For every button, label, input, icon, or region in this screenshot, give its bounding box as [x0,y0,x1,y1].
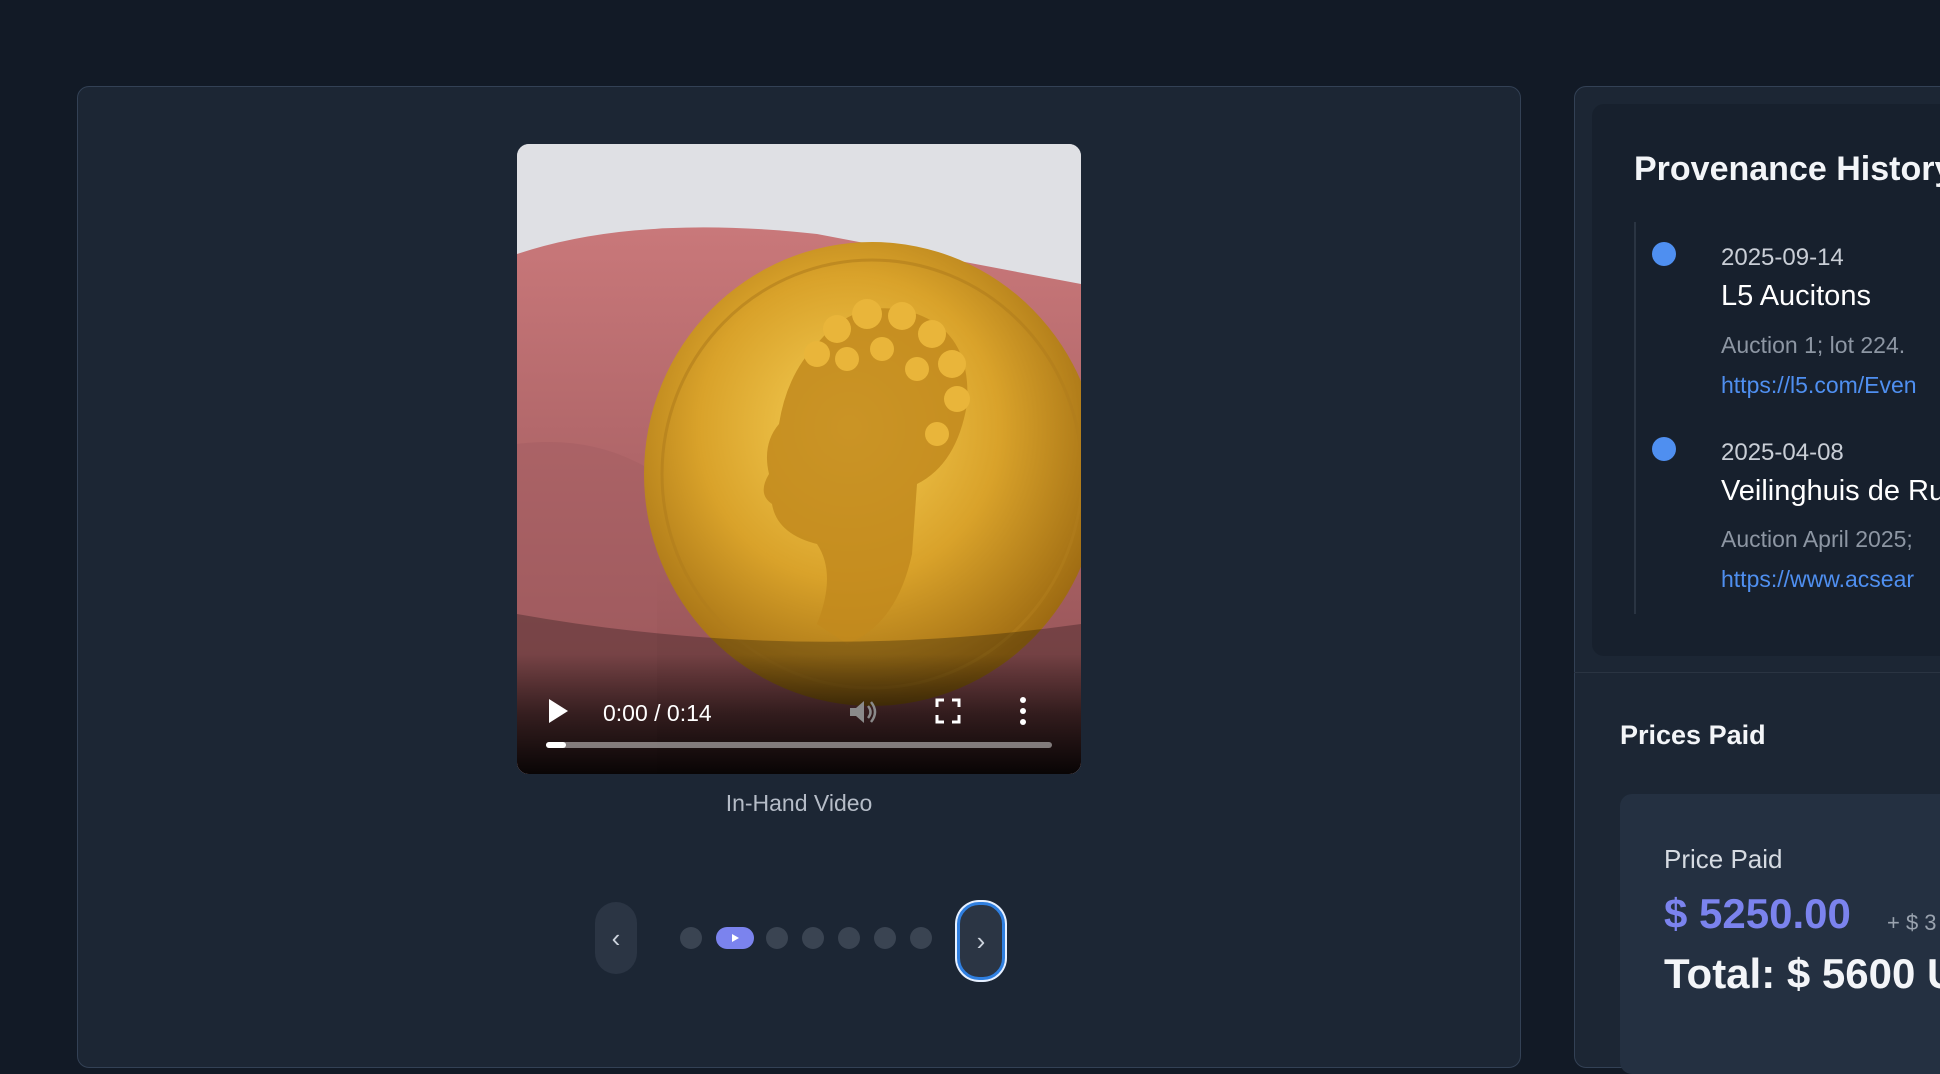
price-amount: $ 5250.00 [1664,890,1851,937]
video-player[interactable]: 0:00 / 0:14 [517,144,1081,774]
play-icon[interactable] [547,698,569,724]
price-fee: + $ 3 [1887,910,1937,935]
play-icon [732,934,739,942]
provenance-link[interactable]: https://www.acsear [1721,566,1914,593]
section-divider [1574,672,1940,673]
prices-paid-title: Prices Paid [1620,720,1766,750]
provenance-date: 2025-09-14 [1721,244,1844,271]
carousel-dot-active[interactable] [716,927,754,949]
provenance-link[interactable]: https://l5.com/Even [1721,372,1917,399]
provenance-note: Auction April 2025; [1721,526,1913,552]
provenance-date: 2025-04-08 [1721,439,1844,466]
provenance-note: Auction 1; lot 224. [1721,332,1906,358]
fullscreen-icon[interactable] [935,698,961,724]
carousel-dot[interactable] [838,927,860,949]
volume-icon[interactable] [847,696,879,728]
provenance-auction-house: L5 Aucitons [1721,280,1871,312]
timeline-line [1634,222,1636,614]
carousel-dot[interactable] [766,927,788,949]
video-time: 0:00 / 0:14 [603,700,712,726]
price-total: Total: $ 5600 U [1664,950,1940,997]
carousel-dot[interactable] [680,927,702,949]
media-caption: In-Hand Video [725,790,873,816]
carousel-prev-button[interactable]: ‹ [595,902,637,974]
video-controls: 0:00 / 0:14 [517,654,1081,774]
price-label: Price Paid [1664,844,1783,874]
timeline-dot [1652,242,1676,266]
carousel-next-button[interactable]: › [957,902,1005,980]
carousel-dot[interactable] [874,927,896,949]
video-progress-fill [546,742,567,748]
carousel-dot[interactable] [802,927,824,949]
video-progress-bar[interactable] [546,742,1052,748]
provenance-title: Provenance History [1634,150,1940,188]
carousel-dot[interactable] [910,927,932,949]
provenance-auction-house: Veilinghuis de Ru [1721,475,1940,507]
more-vertical-icon[interactable] [1017,696,1029,726]
timeline-dot [1652,437,1676,461]
